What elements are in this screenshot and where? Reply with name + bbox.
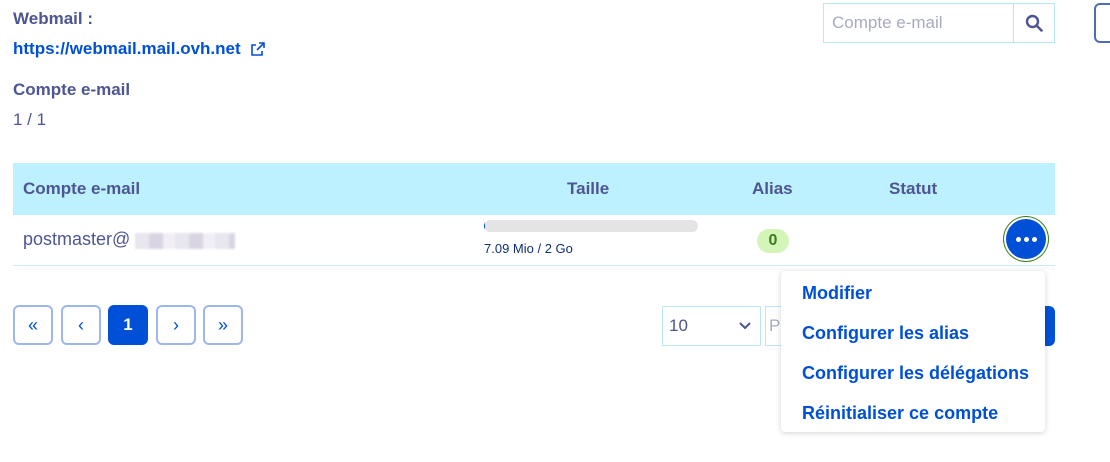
redacted-domain: [135, 233, 235, 249]
last-page-button[interactable]: »: [203, 305, 243, 345]
search-icon: [1025, 14, 1043, 32]
chevron-down-icon: [738, 319, 752, 333]
page-size-select[interactable]: 10: [662, 306, 761, 346]
header-size[interactable]: Taille: [567, 163, 609, 215]
usage-text: 7.09 Mio / 2 Go: [484, 241, 573, 256]
next-page-button[interactable]: ›: [156, 305, 196, 345]
webmail-label: Webmail :: [13, 9, 93, 28]
header-status[interactable]: Statut: [889, 163, 937, 215]
webmail-link-row: https://webmail.mail.ovh.net: [13, 39, 265, 59]
row-actions-button[interactable]: [1006, 219, 1046, 259]
menu-item-modify[interactable]: Modifier: [802, 283, 872, 304]
email-address: postmaster@: [23, 229, 131, 249]
usage-progress-fill: [484, 220, 485, 232]
menu-item-reset-account[interactable]: Réinitialiser ce compte: [802, 403, 998, 424]
search-box: [823, 3, 1055, 43]
search-button[interactable]: [1013, 4, 1054, 42]
menu-item-configure-alias[interactable]: Configurer les alias: [802, 323, 969, 344]
header-alias[interactable]: Alias: [752, 163, 793, 215]
ellipsis-icon: [1015, 236, 1021, 242]
external-link-icon[interactable]: [250, 42, 265, 56]
table-row: postmaster@ 7.09 Mio / 2 Go 0: [13, 215, 1055, 266]
current-page-button[interactable]: 1: [108, 305, 148, 345]
alias-count-badge[interactable]: 0: [757, 229, 789, 253]
side-button[interactable]: [1094, 3, 1110, 43]
menu-item-configure-delegations[interactable]: Configurer les délégations: [802, 363, 1029, 384]
ellipsis-dot: [1023, 236, 1029, 242]
row-actions-menu: Modifier Configurer les alias Configurer…: [781, 271, 1045, 432]
header-email[interactable]: Compte e-mail: [23, 163, 140, 215]
first-page-button[interactable]: «: [13, 305, 53, 345]
usage-progress-bar: [484, 220, 698, 232]
table-header: Compte e-mail Taille Alias Statut: [13, 163, 1055, 215]
account-count-label: Compte e-mail: [13, 80, 131, 99]
search-input[interactable]: [824, 4, 1013, 42]
prev-page-button[interactable]: ‹: [61, 305, 101, 345]
account-count-value: 1 / 1: [13, 110, 47, 129]
ellipsis-dot: [1031, 236, 1037, 242]
webmail-link[interactable]: https://webmail.mail.ovh.net: [13, 39, 241, 59]
page-size-value: 10: [669, 316, 688, 335]
